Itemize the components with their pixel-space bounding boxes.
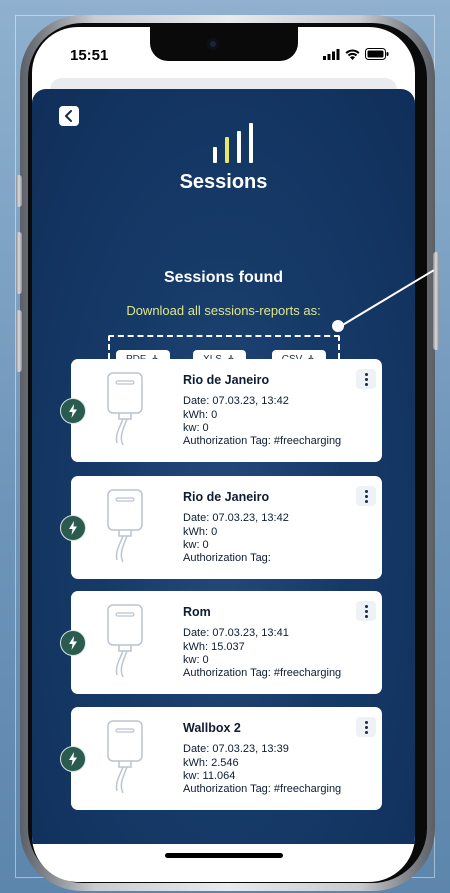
session-location: Wallbox 2 bbox=[183, 721, 241, 735]
more-options-icon[interactable] bbox=[356, 717, 376, 737]
session-date: Date: 07.03.23, 13:41 bbox=[183, 627, 289, 639]
session-date: Date: 07.03.23, 13:42 bbox=[183, 395, 289, 407]
session-kwh: kWh: 2.546 bbox=[183, 757, 239, 769]
more-options-icon[interactable] bbox=[356, 369, 376, 389]
back-button[interactable] bbox=[59, 106, 79, 126]
sessions-panel: Sessions Sessions found Download all ses… bbox=[32, 89, 415, 844]
session-card[interactable]: Rio de Janeiro Date: 07.03.23, 13:42 kWh… bbox=[60, 359, 382, 462]
mute-switch bbox=[16, 175, 22, 207]
wallbox-icon bbox=[107, 604, 143, 678]
session-kw: kw: 11.064 bbox=[183, 770, 236, 782]
status-bar: 15:51 bbox=[32, 27, 415, 77]
more-options-icon[interactable] bbox=[356, 601, 376, 621]
wallbox-icon bbox=[107, 372, 143, 446]
home-indicator[interactable] bbox=[165, 853, 283, 858]
session-kw: kw: 0 bbox=[183, 539, 209, 551]
session-location: Rio de Janeiro bbox=[183, 373, 270, 387]
session-card[interactable]: Rio de Janeiro Date: 07.03.23, 13:42 kWh… bbox=[60, 476, 382, 579]
sessions-found-heading: Sessions found bbox=[163, 269, 284, 286]
callout-dot bbox=[332, 320, 344, 332]
volume-up-button bbox=[16, 232, 22, 294]
chevron-left-icon bbox=[65, 110, 72, 122]
session-kw: kw: 0 bbox=[183, 654, 209, 666]
session-auth-tag: Authorization Tag: #freecharging bbox=[183, 435, 342, 447]
power-button bbox=[433, 252, 439, 350]
charging-bolt-icon bbox=[60, 746, 86, 772]
session-location: Rio de Janeiro bbox=[183, 490, 270, 504]
battery-icon bbox=[365, 48, 389, 60]
session-card[interactable]: Rom Date: 07.03.23, 13:41 kWh: 15.037 kw… bbox=[60, 591, 382, 694]
session-card[interactable]: Wallbox 2 Date: 07.03.23, 13:39 kWh: 2.5… bbox=[60, 707, 382, 810]
wifi-icon bbox=[345, 48, 360, 60]
charging-bolt-icon bbox=[60, 398, 86, 424]
wallbox-icon bbox=[107, 489, 143, 563]
session-auth-tag: Authorization Tag: #freecharging bbox=[183, 667, 342, 679]
session-kwh: kWh: 0 bbox=[183, 409, 218, 421]
camera-icon bbox=[207, 38, 219, 50]
signal-icon bbox=[323, 48, 340, 60]
screen: 15:51 Sessions Sessions found Download a… bbox=[32, 27, 415, 882]
more-options-icon[interactable] bbox=[356, 486, 376, 506]
session-kwh: kWh: 0 bbox=[183, 526, 218, 538]
volume-down-button bbox=[16, 310, 22, 372]
session-location: Rom bbox=[183, 605, 211, 619]
session-date: Date: 07.03.23, 13:42 bbox=[183, 512, 289, 524]
status-time: 15:51 bbox=[70, 47, 109, 64]
signal-bars-logo-icon bbox=[213, 123, 253, 163]
session-auth-tag: Authorization Tag: #freecharging bbox=[183, 783, 342, 795]
wallbox-icon bbox=[107, 720, 143, 794]
notch bbox=[150, 27, 298, 61]
session-kwh: kWh: 15.037 bbox=[183, 641, 245, 653]
charging-bolt-icon bbox=[60, 515, 86, 541]
status-icons bbox=[323, 48, 389, 60]
charging-bolt-icon bbox=[60, 630, 86, 656]
page-title: Sessions bbox=[179, 171, 268, 193]
session-date: Date: 07.03.23, 13:39 bbox=[183, 743, 289, 755]
session-auth-tag: Authorization Tag: bbox=[183, 552, 271, 564]
session-kw: kw: 0 bbox=[183, 422, 209, 434]
